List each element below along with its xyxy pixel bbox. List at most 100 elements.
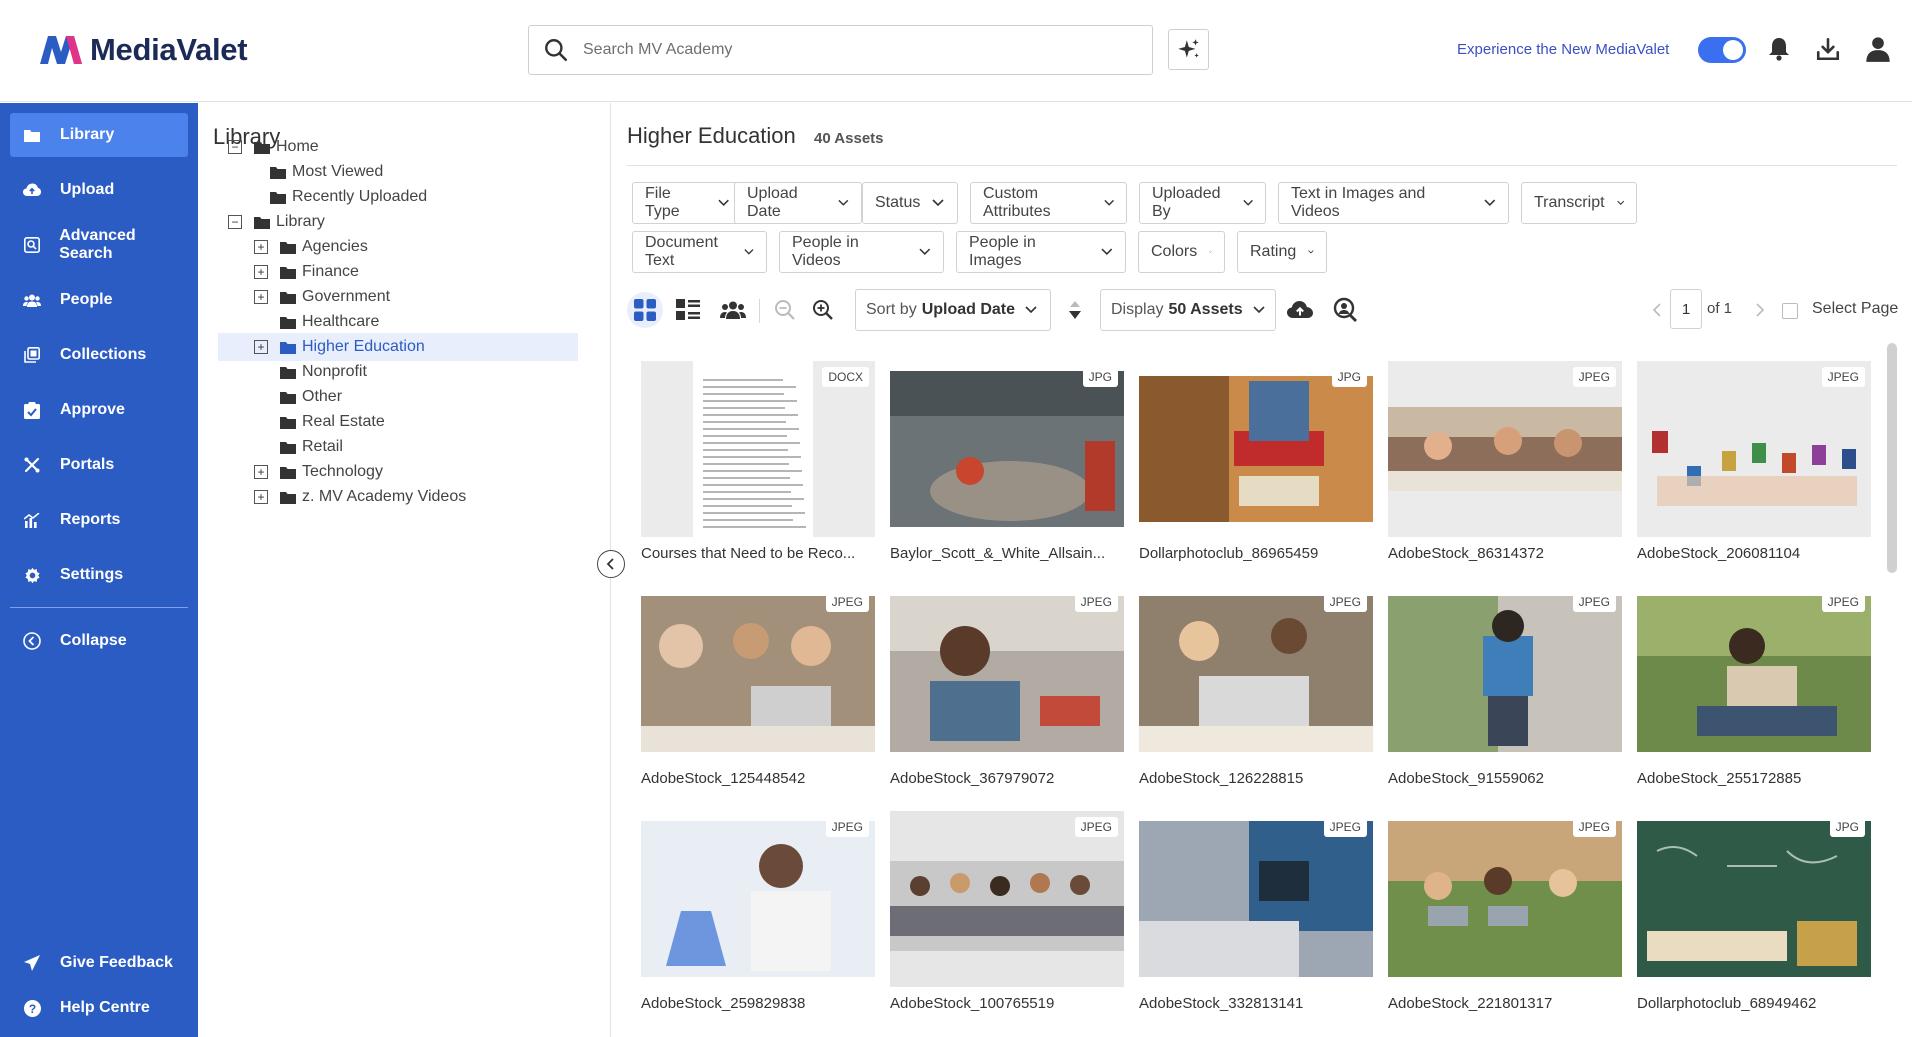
asset-card[interactable]: JPEG AdobeStock_206081104 bbox=[1637, 361, 1871, 562]
tree-node[interactable]: Most Viewed bbox=[218, 158, 383, 186]
tree-node[interactable]: + Agencies bbox=[218, 233, 368, 261]
upload-button[interactable] bbox=[1282, 292, 1318, 328]
tree-node[interactable]: − Library bbox=[218, 208, 325, 236]
list-view-button[interactable] bbox=[670, 292, 706, 328]
tree-node[interactable]: + Higher Education bbox=[218, 333, 578, 361]
tree-node[interactable]: Healthcare bbox=[218, 308, 379, 336]
page-number-input[interactable]: 1 bbox=[1670, 289, 1702, 329]
asset-card[interactable]: JPEG AdobeStock_259829838 bbox=[641, 811, 875, 1012]
asset-thumbnail[interactable]: JPEG bbox=[1637, 586, 1871, 762]
filter-dropdown[interactable]: Rating bbox=[1237, 231, 1327, 273]
tree-node[interactable]: Recently Uploaded bbox=[218, 183, 427, 211]
asset-card[interactable]: JPEG AdobeStock_126228815 bbox=[1139, 586, 1373, 787]
filter-dropdown[interactable]: Document Text bbox=[632, 231, 767, 273]
asset-card[interactable]: JPG Dollarphotoclub_68949462 bbox=[1637, 811, 1871, 1012]
asset-card[interactable]: JPEG AdobeStock_86314372 bbox=[1388, 361, 1622, 562]
asset-name[interactable]: AdobeStock_125448542 bbox=[641, 770, 875, 787]
search-bar[interactable] bbox=[528, 25, 1153, 75]
nav-portals[interactable]: Portals bbox=[10, 443, 188, 487]
asset-card[interactable]: DOCX Courses that Need to be Reco... bbox=[641, 361, 875, 562]
asset-name[interactable]: AdobeStock_221801317 bbox=[1388, 995, 1622, 1012]
asset-card[interactable]: JPEG AdobeStock_367979072 bbox=[890, 586, 1124, 787]
grid-view-button[interactable] bbox=[627, 292, 663, 328]
nav-library[interactable]: Library bbox=[10, 113, 188, 157]
asset-thumbnail[interactable]: DOCX bbox=[641, 361, 875, 537]
filter-dropdown[interactable]: Colors bbox=[1138, 231, 1225, 273]
filter-dropdown[interactable]: File Type bbox=[632, 182, 742, 224]
ai-search-button[interactable] bbox=[1168, 29, 1209, 70]
asset-thumbnail[interactable]: JPG bbox=[1139, 361, 1373, 537]
experience-toggle[interactable] bbox=[1698, 37, 1746, 63]
tree-node[interactable]: + z. MV Academy Videos bbox=[218, 483, 466, 511]
zoom-in-button[interactable] bbox=[805, 292, 841, 328]
nav-collapse[interactable]: Collapse bbox=[10, 619, 188, 663]
nav-collections[interactable]: Collections bbox=[10, 333, 188, 377]
sort-dropdown[interactable]: Sort by Upload Date bbox=[855, 289, 1051, 331]
filter-dropdown[interactable]: People in Videos bbox=[779, 231, 944, 273]
asset-thumbnail[interactable]: JPEG bbox=[1139, 586, 1373, 762]
people-view-button[interactable] bbox=[715, 292, 751, 328]
asset-thumbnail[interactable]: JPEG bbox=[641, 586, 875, 762]
expand-icon[interactable]: + bbox=[254, 290, 268, 304]
nav-reports[interactable]: Reports bbox=[10, 498, 188, 542]
asset-card[interactable]: JPEG AdobeStock_255172885 bbox=[1637, 586, 1871, 787]
asset-card[interactable]: JPEG AdobeStock_221801317 bbox=[1388, 811, 1622, 1012]
tree-node[interactable]: Real Estate bbox=[218, 408, 385, 436]
expand-icon[interactable]: + bbox=[254, 240, 268, 254]
asset-card[interactable]: JPG Baylor_Scott_&_White_Allsain... bbox=[890, 361, 1124, 562]
asset-name[interactable]: AdobeStock_206081104 bbox=[1637, 545, 1871, 562]
filter-dropdown[interactable]: Custom Attributes bbox=[970, 182, 1127, 224]
user-profile-button[interactable] bbox=[1863, 34, 1893, 64]
asset-name[interactable]: AdobeStock_86314372 bbox=[1388, 545, 1622, 562]
asset-card[interactable]: JPEG AdobeStock_125448542 bbox=[641, 586, 875, 787]
expand-icon[interactable]: + bbox=[254, 265, 268, 279]
asset-card[interactable]: JPEG AdobeStock_91559062 bbox=[1388, 586, 1622, 787]
asset-card[interactable]: JPEG AdobeStock_332813141 bbox=[1139, 811, 1373, 1012]
asset-thumbnail[interactable]: JPG bbox=[1637, 811, 1871, 987]
asset-thumbnail[interactable]: JPEG bbox=[890, 586, 1124, 762]
filter-dropdown[interactable]: Uploaded By bbox=[1139, 182, 1266, 224]
filter-dropdown[interactable]: Status bbox=[862, 182, 958, 224]
select-page-checkbox[interactable] bbox=[1782, 303, 1798, 319]
nav-approve[interactable]: Approve bbox=[10, 388, 188, 432]
asset-name[interactable]: AdobeStock_126228815 bbox=[1139, 770, 1373, 787]
notifications-button[interactable] bbox=[1764, 34, 1794, 64]
collapse-node-icon[interactable]: − bbox=[228, 215, 242, 229]
filter-dropdown[interactable]: People in Images bbox=[956, 231, 1126, 273]
asset-thumbnail[interactable]: JPEG bbox=[890, 811, 1124, 987]
display-count-dropdown[interactable]: Display 50 Assets bbox=[1100, 289, 1276, 331]
asset-thumbnail[interactable]: JPEG bbox=[1388, 811, 1622, 987]
filter-dropdown[interactable]: Upload Date bbox=[734, 182, 862, 224]
collapse-node-icon[interactable]: − bbox=[228, 140, 242, 154]
asset-thumbnail[interactable]: JPEG bbox=[641, 811, 875, 987]
nav-people[interactable]: People bbox=[10, 278, 188, 322]
face-search-button[interactable] bbox=[1327, 292, 1363, 328]
tree-node[interactable]: + Finance bbox=[218, 258, 359, 286]
asset-thumbnail[interactable]: JPEG bbox=[1139, 811, 1373, 987]
select-page-label[interactable]: Select Page bbox=[1812, 300, 1898, 318]
asset-name[interactable]: AdobeStock_91559062 bbox=[1388, 770, 1622, 787]
zoom-out-button[interactable] bbox=[767, 292, 803, 328]
asset-name[interactable]: AdobeStock_255172885 bbox=[1637, 770, 1871, 787]
asset-name[interactable]: Courses that Need to be Reco... bbox=[641, 545, 875, 562]
experience-new-link[interactable]: Experience the New MediaValet bbox=[1457, 41, 1669, 58]
tree-node[interactable]: Nonprofit bbox=[218, 358, 367, 386]
expand-icon[interactable]: + bbox=[254, 340, 268, 354]
tree-node[interactable]: + Technology bbox=[218, 458, 383, 486]
brand-logo[interactable]: MediaValet bbox=[38, 30, 248, 70]
expand-icon[interactable]: + bbox=[254, 490, 268, 504]
nav-settings[interactable]: Settings bbox=[10, 553, 188, 597]
sort-direction-button[interactable] bbox=[1057, 292, 1093, 328]
asset-name[interactable]: AdobeStock_332813141 bbox=[1139, 995, 1373, 1012]
asset-thumbnail[interactable]: JPG bbox=[890, 361, 1124, 537]
asset-name[interactable]: Baylor_Scott_&_White_Allsain... bbox=[890, 545, 1124, 562]
asset-name[interactable]: Dollarphotoclub_86965459 bbox=[1139, 545, 1373, 562]
asset-name[interactable]: Dollarphotoclub_68949462 bbox=[1637, 995, 1871, 1012]
asset-thumbnail[interactable]: JPEG bbox=[1388, 586, 1622, 762]
filter-dropdown[interactable]: Transcript bbox=[1521, 182, 1637, 224]
asset-name[interactable]: AdobeStock_259829838 bbox=[641, 995, 875, 1012]
asset-thumbnail[interactable]: JPEG bbox=[1637, 361, 1871, 537]
filter-dropdown[interactable]: Text in Images and Videos bbox=[1278, 182, 1509, 224]
tree-node[interactable]: − Home bbox=[218, 133, 319, 161]
nav-upload[interactable]: Upload bbox=[10, 168, 188, 212]
